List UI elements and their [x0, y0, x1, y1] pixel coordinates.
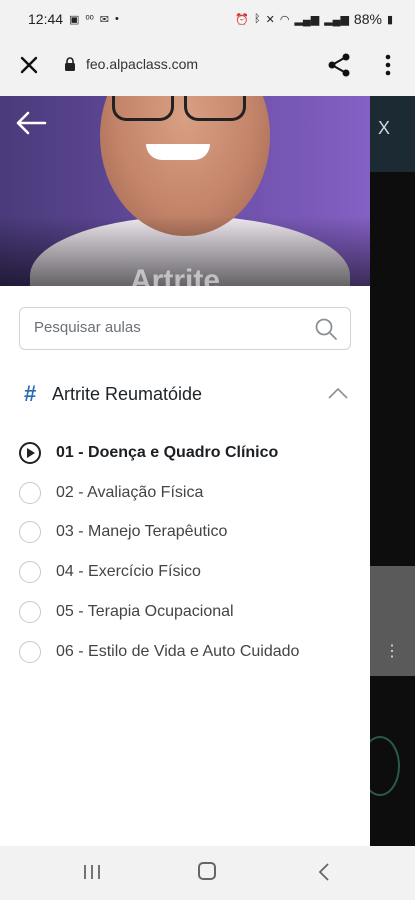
lessons-drawer: Artrite # Artrite Reumatóide 01 - Doença…: [0, 96, 370, 846]
module-header[interactable]: # Artrite Reumatóide: [0, 378, 370, 414]
lesson-item[interactable]: 01 - Doença e Quadro Clínico: [0, 437, 370, 473]
recent-apps-button[interactable]: [82, 863, 102, 881]
signal-icon-2: ▂▄▆: [324, 13, 349, 26]
hero-glasses: [112, 96, 174, 121]
lesson-status-circle: [19, 521, 41, 543]
lock-icon: [65, 57, 75, 71]
background-more-icon[interactable]: ⋮: [384, 641, 400, 661]
lesson-item[interactable]: 04 - Exercício Físico: [0, 556, 370, 592]
lesson-item[interactable]: 02 - Avaliação Física: [0, 477, 370, 513]
more-options-button[interactable]: [376, 50, 400, 80]
lesson-label: 03 - Manejo Terapêutico: [56, 523, 228, 540]
lesson-label: 02 - Avaliação Física: [56, 484, 204, 501]
status-bar: 12:44 ▣ ᵒᵒ ✉ • ⏰ ᛒ ✕ ◠ ▂▄▆ ▂▄▆ 88% ▮: [0, 0, 415, 38]
module-title: Artrite Reumatóide: [52, 384, 203, 404]
search-box: [19, 307, 351, 350]
more-vert-icon: [385, 54, 391, 76]
system-nav-bar: [0, 846, 415, 900]
alarm-icon: ⏰: [235, 13, 250, 26]
background-close-icon[interactable]: X: [378, 118, 390, 139]
background-header: X: [370, 96, 415, 172]
wifi-icon: ◠: [279, 13, 290, 26]
close-icon: [20, 56, 38, 74]
voicemail-icon: ᵒᵒ: [85, 13, 94, 25]
lesson-label: 06 - Estilo de Vida e Auto Cuidado: [56, 643, 300, 660]
course-hero-image: Artrite: [0, 96, 370, 286]
mail-icon: ✉: [99, 13, 109, 26]
dot-icon: •: [114, 13, 119, 25]
lesson-status-playing: [19, 442, 41, 464]
lesson-label: 05 - Terapia Ocupacional: [56, 603, 234, 620]
lesson-status-circle: [19, 561, 41, 583]
lesson-status-circle: [19, 482, 41, 504]
status-right: ⏰ ᛒ ✕ ◠ ▂▄▆ ▂▄▆ 88% ▮: [235, 11, 393, 27]
lesson-item[interactable]: 03 - Manejo Terapêutico: [0, 516, 370, 552]
bluetooth-icon: ᛒ: [254, 13, 261, 25]
hero-glasses-right: [184, 96, 246, 121]
hero-smile: [146, 144, 210, 160]
hash-icon: #: [24, 381, 37, 406]
status-left: 12:44 ▣ ᵒᵒ ✉ •: [28, 11, 119, 27]
background-page: X ⋮: [360, 96, 415, 846]
share-icon: [328, 53, 350, 77]
lesson-label: 04 - Exercício Físico: [56, 563, 201, 580]
lesson-label: 01 - Doença e Quadro Clínico: [56, 444, 279, 461]
battery-percent: 88%: [353, 11, 382, 27]
play-icon: [27, 448, 35, 458]
lesson-item[interactable]: 05 - Terapia Ocupacional: [0, 596, 370, 632]
lesson-status-circle: [19, 601, 41, 623]
browser-toolbar: feo.alpaclass.com: [0, 38, 415, 96]
gallery-icon: ▣: [69, 13, 80, 26]
lesson-status-circle: [19, 641, 41, 663]
back-nav-button[interactable]: [318, 862, 330, 882]
share-button[interactable]: [324, 50, 354, 80]
home-button[interactable]: [198, 862, 216, 880]
arrow-left-icon: [16, 111, 47, 135]
status-time: 12:44: [28, 11, 64, 27]
chevron-up-icon[interactable]: [327, 386, 349, 400]
mute-icon: ✕: [265, 13, 275, 26]
hero-title-peek: Artrite: [130, 264, 221, 286]
search-input[interactable]: [34, 308, 304, 347]
close-tab-button[interactable]: [14, 50, 44, 80]
search-icon[interactable]: [314, 317, 338, 341]
signal-icon: ▂▄▆: [294, 13, 320, 26]
back-button[interactable]: [14, 110, 48, 136]
lesson-item[interactable]: 06 - Estilo de Vida e Auto Cuidado: [0, 636, 370, 672]
url-text[interactable]: feo.alpaclass.com: [86, 56, 198, 72]
battery-icon: ▮: [386, 13, 393, 26]
